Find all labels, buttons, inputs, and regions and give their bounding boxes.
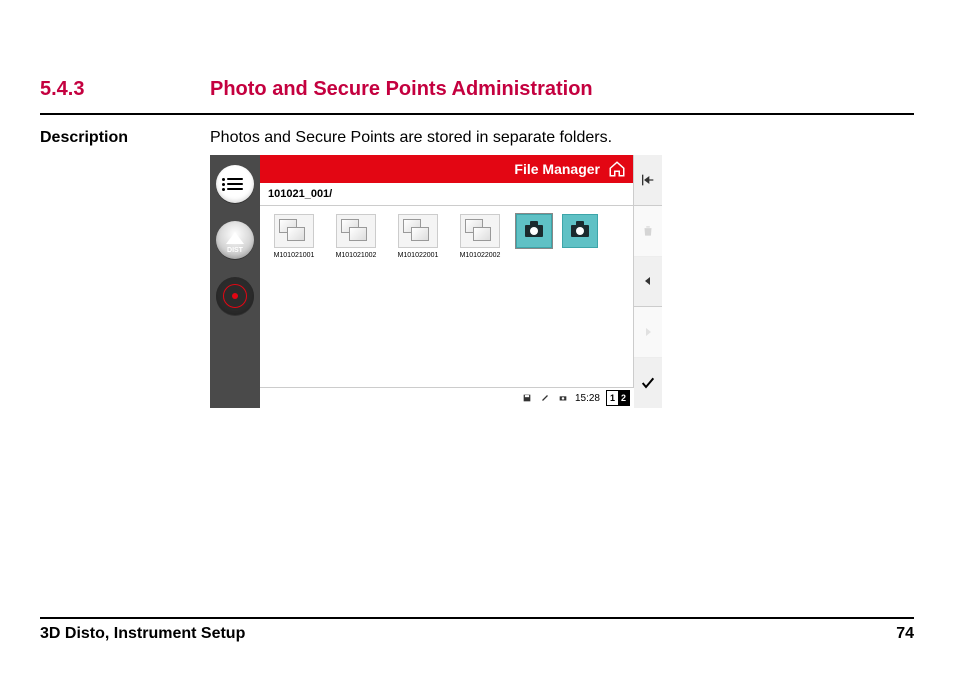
description-text: Photos and Secure Points are stored in s… bbox=[210, 129, 612, 147]
page-footer: 3D Disto, Instrument Setup 74 bbox=[40, 625, 914, 643]
camera-icon bbox=[562, 214, 598, 248]
check-icon bbox=[640, 375, 656, 391]
trash-icon bbox=[641, 224, 655, 238]
page-b: 2 bbox=[618, 391, 629, 405]
back-button[interactable] bbox=[634, 155, 662, 206]
measurement-file-icon bbox=[336, 214, 376, 248]
section-number: 5.4.3 bbox=[40, 78, 210, 101]
dist-button[interactable]: DIST bbox=[216, 221, 254, 259]
measurement-file-icon bbox=[398, 214, 438, 248]
description-label: Description bbox=[40, 129, 210, 147]
measurement-file-icon bbox=[274, 214, 314, 248]
file-manager-screenshot: DIST File Manager 101021_001/ M101021001 bbox=[210, 155, 662, 408]
file-item[interactable]: M101021001 bbox=[266, 214, 322, 259]
target-button[interactable] bbox=[216, 277, 254, 315]
photo-folder[interactable] bbox=[514, 214, 554, 248]
camera-icon bbox=[516, 214, 552, 248]
arrow-up-icon bbox=[226, 232, 244, 244]
right-toolbar bbox=[633, 155, 662, 408]
section-heading: 5.4.3 Photo and Secure Points Administra… bbox=[40, 78, 914, 101]
current-path: 101021_001/ bbox=[268, 188, 332, 200]
file-manager-header: File Manager bbox=[260, 155, 634, 183]
dist-label: DIST bbox=[227, 247, 243, 254]
section-title: Photo and Secure Points Administration bbox=[210, 78, 593, 101]
secure-points-folder[interactable] bbox=[560, 214, 600, 248]
file-item[interactable]: M101022002 bbox=[452, 214, 508, 259]
status-time: 15:28 bbox=[575, 393, 600, 404]
file-label: M101021002 bbox=[336, 252, 377, 259]
file-item[interactable]: M101021002 bbox=[328, 214, 384, 259]
file-item[interactable]: M101022001 bbox=[390, 214, 446, 259]
left-toolbar: DIST bbox=[210, 155, 260, 408]
confirm-button[interactable] bbox=[634, 358, 662, 408]
list-icon bbox=[227, 178, 243, 190]
footer-page-number: 74 bbox=[896, 625, 914, 643]
camera-icon bbox=[557, 393, 569, 403]
triangle-left-icon bbox=[642, 275, 654, 287]
footer-rule bbox=[40, 617, 914, 619]
file-list: M101021001 M101021002 M101022001 M101022… bbox=[260, 206, 634, 388]
home-icon[interactable] bbox=[608, 160, 626, 178]
footer-title: 3D Disto, Instrument Setup bbox=[40, 625, 245, 643]
path-bar: 101021_001/ bbox=[260, 183, 634, 206]
heading-rule bbox=[40, 113, 914, 115]
status-bar: 15:28 1 2 bbox=[260, 387, 634, 408]
link-icon bbox=[539, 393, 551, 403]
prev-button[interactable] bbox=[634, 257, 662, 308]
file-label: M101021001 bbox=[274, 252, 315, 259]
delete-button-disabled bbox=[634, 206, 662, 257]
measurement-file-icon bbox=[460, 214, 500, 248]
next-button-disabled bbox=[634, 307, 662, 358]
file-label: M101022002 bbox=[460, 252, 501, 259]
menu-button[interactable] bbox=[216, 165, 254, 203]
page-indicator[interactable]: 1 2 bbox=[606, 390, 630, 406]
save-icon bbox=[521, 393, 533, 403]
description-row: Description Photos and Secure Points are… bbox=[40, 129, 914, 147]
file-manager-main: File Manager 101021_001/ M101021001 M101… bbox=[260, 155, 634, 388]
header-title: File Manager bbox=[514, 161, 600, 177]
target-icon bbox=[223, 284, 247, 308]
back-arrow-icon bbox=[640, 172, 656, 188]
page-a: 1 bbox=[607, 391, 618, 405]
file-label: M101022001 bbox=[398, 252, 439, 259]
triangle-right-icon bbox=[642, 326, 654, 338]
